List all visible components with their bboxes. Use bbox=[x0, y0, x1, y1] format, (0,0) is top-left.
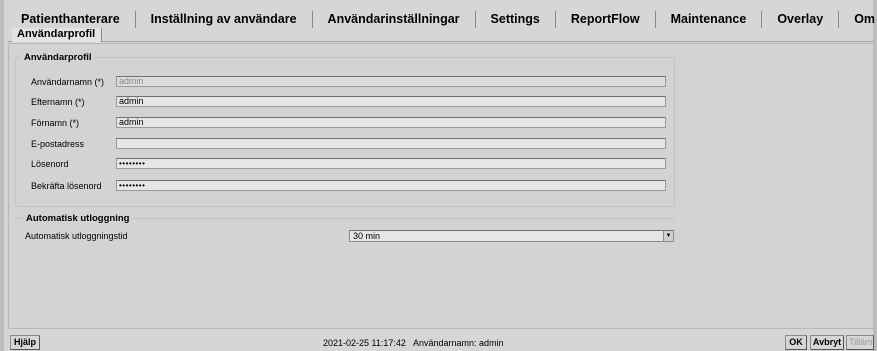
lastname-field[interactable]: admin bbox=[116, 96, 666, 107]
tab-maintenance[interactable]: Maintenance bbox=[656, 11, 763, 28]
tab-om[interactable]: Om bbox=[839, 11, 877, 28]
status-username-label: Användarnamn: bbox=[413, 338, 477, 348]
lastname-row: Efternamn (*) admin bbox=[16, 96, 674, 108]
username-field: admin bbox=[116, 76, 666, 87]
tab-patienthanterare[interactable]: Patienthanterare bbox=[8, 11, 136, 28]
username-row: Användarnamn (*) admin bbox=[16, 76, 674, 88]
dropdown-arrow-icon[interactable]: ▼ bbox=[663, 231, 673, 241]
tab-settings[interactable]: Settings bbox=[476, 11, 556, 28]
auto-logout-label: Automatisk utloggningstid bbox=[25, 231, 128, 241]
username-label: Användarnamn (*) bbox=[31, 77, 105, 87]
firstname-label: Förnamn (*) bbox=[31, 118, 80, 128]
sub-tab-bar: Användarprofil bbox=[8, 28, 874, 42]
password-label: Lösenord bbox=[31, 159, 69, 169]
lastname-label: Efternamn (*) bbox=[31, 97, 85, 107]
auto-logout-selected-value: 30 min bbox=[353, 231, 381, 241]
subtab-anvandarprofil[interactable]: Användarprofil bbox=[12, 28, 103, 42]
ok-button[interactable]: OK bbox=[785, 335, 807, 350]
email-row: E-postadress bbox=[16, 138, 674, 150]
help-button[interactable]: Hjälp bbox=[10, 335, 40, 350]
confirm-password-field[interactable]: •••••••• bbox=[116, 180, 666, 191]
tab-installning-av-anvandare[interactable]: Inställning av användare bbox=[136, 11, 313, 28]
window-frame-left bbox=[0, 0, 4, 351]
status-datetime: 2021-02-25 11:17:42 bbox=[323, 338, 406, 348]
apply-button[interactable]: Tillämp bbox=[846, 335, 874, 350]
email-label: E-postadress bbox=[31, 139, 85, 149]
firstname-field[interactable]: admin bbox=[116, 117, 666, 128]
password-row: Lösenord •••••••• bbox=[16, 158, 674, 170]
bottom-bar: Hjälp 2021-02-25 11:17:42 Användarnamn: … bbox=[8, 335, 874, 351]
email-field[interactable] bbox=[116, 138, 666, 149]
tab-anvandarinstallningar[interactable]: Användarinställningar bbox=[313, 11, 476, 28]
content-panel: Användarprofil Användarnamn (*) admin Ef… bbox=[8, 43, 874, 329]
auto-logout-group: Automatisk utloggning Automatisk utloggn… bbox=[15, 213, 675, 246]
auto-logout-group-title: Automatisk utloggning bbox=[23, 213, 133, 224]
tab-overlay[interactable]: Overlay bbox=[762, 11, 840, 28]
auto-logout-select[interactable]: 30 min ▼ bbox=[349, 230, 674, 242]
status-username: admin bbox=[479, 338, 504, 348]
tab-reportflow[interactable]: ReportFlow bbox=[556, 11, 656, 28]
main-tab-bar: Patienthanterare Inställning av användar… bbox=[8, 11, 877, 28]
auto-logout-row: Automatisk utloggningstid 30 min ▼ bbox=[15, 230, 675, 242]
confirm-password-row: Bekräfta lösenord •••••••• bbox=[16, 180, 674, 192]
profile-group: Användarprofil Användarnamn (*) admin Ef… bbox=[15, 52, 675, 207]
cancel-button[interactable]: Avbryt bbox=[810, 335, 844, 350]
confirm-password-label: Bekräfta lösenord bbox=[31, 181, 102, 191]
profile-group-title: Användarprofil bbox=[21, 52, 95, 63]
password-field[interactable]: •••••••• bbox=[116, 158, 666, 169]
firstname-row: Förnamn (*) admin bbox=[16, 117, 674, 129]
